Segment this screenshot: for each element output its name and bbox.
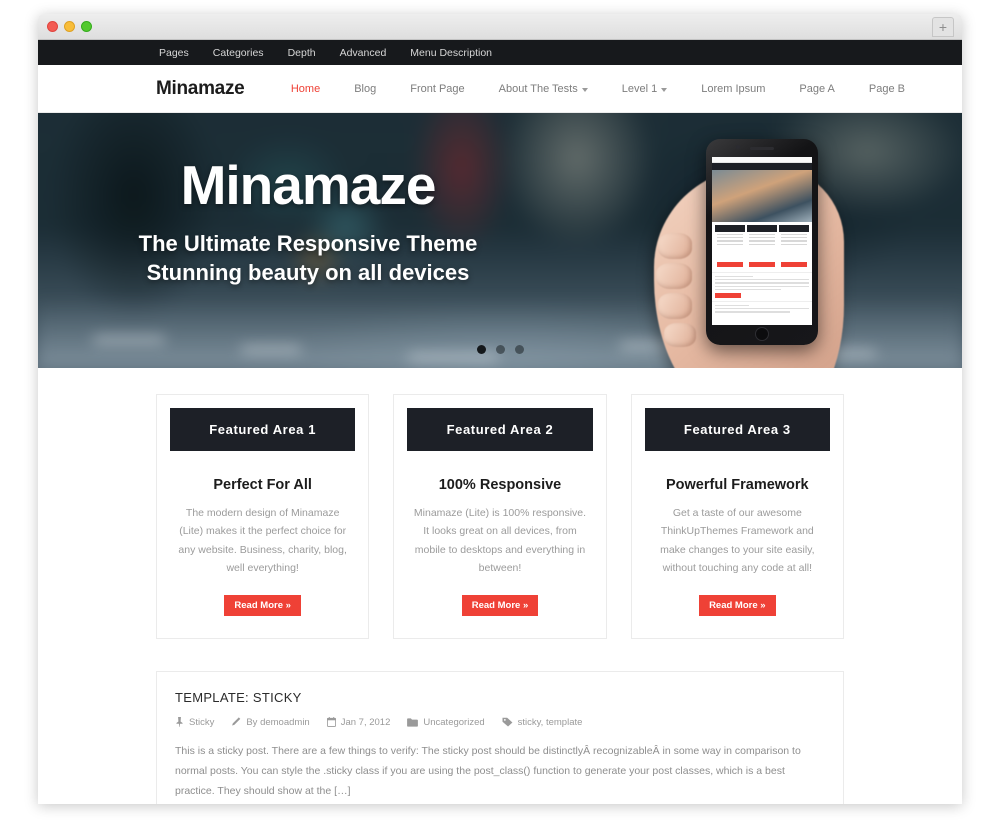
phone-home-button: [755, 327, 769, 341]
featured-read-more-button[interactable]: Read More »: [224, 594, 301, 616]
minimize-window-button[interactable]: [64, 21, 75, 32]
phone-post-1: [712, 272, 812, 301]
close-window-button[interactable]: [47, 21, 58, 32]
tag-icon: [502, 717, 513, 727]
browser-titlebar: +: [38, 14, 962, 40]
nav-item-page-b[interactable]: Page B: [852, 83, 922, 95]
featured-card-2: Featured Area 2 100% Responsive Minamaze…: [393, 394, 607, 639]
hero-subtitle: The Ultimate Responsive Theme Stunning b…: [38, 229, 578, 288]
calendar-icon: [326, 717, 336, 727]
featured-card-1: Featured Area 1 Perfect For All The mode…: [156, 394, 370, 639]
nav-label: Page B: [868, 82, 905, 95]
nav-item-front-page[interactable]: Front Page: [393, 83, 481, 95]
pin-icon: [176, 717, 183, 727]
chevron-down-icon: [661, 87, 668, 92]
featured-card-text: The modern design of Minamaze (Lite) mak…: [178, 507, 347, 575]
phone-card: [715, 225, 745, 269]
topbar-item-categories[interactable]: Categories: [213, 47, 264, 59]
phone-card: [779, 225, 809, 269]
phone-speaker: [750, 147, 774, 150]
window-controls: [38, 21, 92, 32]
featured-card-text: Minamaze (Lite) is 100% responsive. It l…: [413, 507, 587, 575]
chevron-down-icon: [581, 87, 588, 92]
main-content: Featured Area 1 Perfect For All The mode…: [38, 368, 962, 804]
hero-subtitle-line-2: Stunning beauty on all devices: [146, 260, 470, 286]
nav-label: Page A: [799, 82, 835, 95]
pencil-icon: [232, 717, 241, 726]
browser-window: + Pages Categories Depth Advanced Menu D…: [38, 14, 962, 804]
secondary-navbar: Pages Categories Depth Advanced Menu Des…: [38, 40, 962, 65]
nav-item-lorem-ipsum[interactable]: Lorem Ipsum: [684, 83, 782, 95]
new-tab-button[interactable]: +: [932, 17, 954, 37]
primary-navigation: Home Blog Front Page About The Tests Lev…: [274, 83, 922, 95]
featured-read-more-button[interactable]: Read More »: [461, 594, 539, 616]
topbar-item-menu-description[interactable]: Menu Description: [410, 47, 492, 59]
meta-tags: sticky, template: [502, 717, 583, 728]
phone-screen-hero: [712, 170, 812, 222]
phone-camera: [736, 145, 740, 149]
slider-dot-3[interactable]: [514, 345, 524, 354]
folder-icon: [407, 717, 419, 727]
hero-slider: Minamaze The Ultimate Responsive Theme S…: [38, 113, 962, 368]
hero-subtitle-line-1: The Ultimate Responsive Theme: [138, 230, 478, 256]
hero-title: Minamaze: [180, 154, 437, 216]
nav-label: Blog: [354, 82, 377, 95]
slider-dot-2[interactable]: [495, 345, 505, 354]
hero-phone-mockup: [654, 139, 898, 368]
featured-card-text: Get a taste of our awesome ThinkUpThemes…: [660, 507, 815, 575]
meta-date: Jan 7, 2012: [326, 716, 391, 728]
phone-card: [747, 225, 777, 269]
slider-dot-1[interactable]: [476, 345, 486, 354]
phone-post-2: [712, 300, 812, 318]
nav-label: Lorem Ipsum: [701, 82, 766, 95]
post-meta: Sticky By demoadmin Jan 7, 2012 Uncatego…: [175, 717, 825, 728]
post-title[interactable]: TEMPLATE: STICKY: [175, 690, 825, 705]
featured-card-title: Powerful Framework: [666, 477, 809, 493]
featured-card-header: Featured Area 3: [644, 408, 830, 451]
nav-item-blog[interactable]: Blog: [337, 83, 393, 95]
topbar-item-advanced[interactable]: Advanced: [340, 47, 387, 59]
nav-label: Level 1: [621, 82, 658, 95]
phone-screen-cards: [712, 222, 812, 272]
featured-card-title: 100% Responsive: [438, 477, 562, 493]
featured-card-header: Featured Area 2: [407, 408, 593, 451]
maximize-window-button[interactable]: [81, 21, 92, 32]
featured-card-title: Perfect For All: [213, 477, 312, 493]
nav-label: Home: [290, 82, 321, 95]
meta-tags-label[interactable]: sticky, template: [518, 717, 583, 728]
topbar-item-pages[interactable]: Pages: [159, 47, 189, 59]
nav-item-home[interactable]: Home: [274, 83, 337, 95]
post-excerpt: This is a sticky post. There are a few t…: [175, 744, 801, 798]
meta-date-label: Jan 7, 2012: [340, 716, 391, 728]
phone-screen-navbar: [712, 163, 812, 170]
meta-author: By demoadmin: [231, 717, 310, 728]
nav-label: Front Page: [410, 82, 465, 95]
phone-device: [706, 139, 818, 345]
slider-pagination: [38, 345, 962, 354]
nav-item-level-1[interactable]: Level 1: [605, 83, 684, 95]
topbar-item-depth[interactable]: Depth: [288, 47, 316, 59]
blog-post-card: TEMPLATE: STICKY Sticky By demoadmin Jan…: [156, 670, 844, 804]
meta-sticky: Sticky: [175, 717, 214, 728]
site-header: Minamaze Home Blog Front Page About The …: [38, 65, 962, 113]
meta-author-label[interactable]: By demoadmin: [246, 717, 309, 728]
nav-item-page-a[interactable]: Page A: [782, 83, 851, 95]
hero-caption: Minamaze The Ultimate Responsive Theme S…: [38, 154, 578, 288]
meta-category: Uncategorized: [407, 717, 485, 728]
featured-card-3: Featured Area 3 Powerful Framework Get a…: [630, 394, 844, 639]
featured-card-header: Featured Area 1: [170, 408, 356, 451]
nav-item-about-the-tests[interactable]: About The Tests: [482, 83, 605, 95]
meta-category-label[interactable]: Uncategorized: [423, 717, 484, 728]
featured-read-more-button[interactable]: Read More »: [699, 594, 776, 616]
nav-label: About The Tests: [498, 82, 578, 95]
phone-screen: [712, 157, 812, 325]
meta-sticky-label: Sticky: [189, 716, 215, 728]
featured-areas: Featured Area 1 Perfect For All The mode…: [156, 394, 844, 639]
site-logo[interactable]: Minamaze: [156, 78, 245, 100]
